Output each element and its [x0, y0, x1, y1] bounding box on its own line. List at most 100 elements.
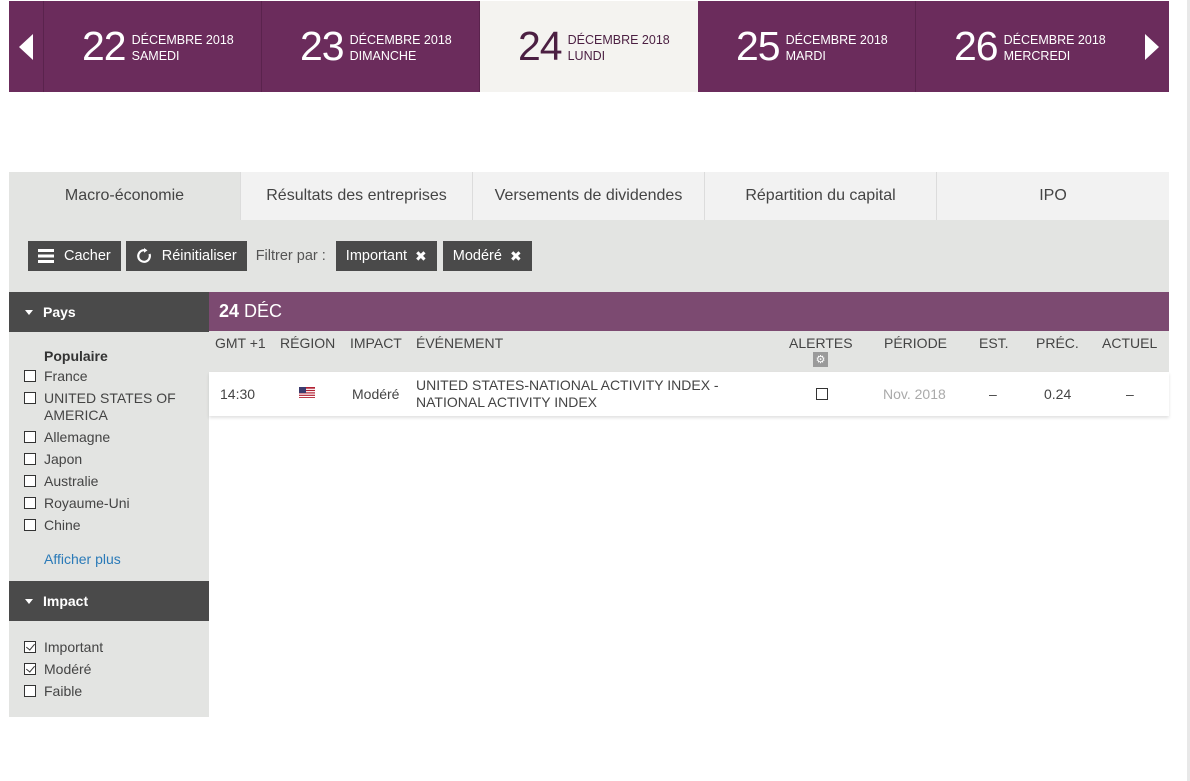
reset-label: Réinitialiser — [161, 248, 237, 264]
column-header-region: RÉGION — [280, 335, 336, 351]
day-month: DÉCEMBRE 2018 — [567, 32, 670, 47]
column-header-prev: PRÉC. — [1036, 335, 1079, 351]
row-est: – — [989, 386, 997, 402]
checkbox[interactable] — [24, 453, 36, 465]
checkbox[interactable] — [24, 392, 36, 404]
gear-icon[interactable]: ⚙ — [813, 352, 828, 367]
us-flag-icon — [299, 387, 315, 398]
impact-checkbox-important[interactable]: Important — [24, 639, 209, 656]
row-impact: Modéré — [352, 386, 400, 402]
row-alert-checkbox[interactable] — [816, 388, 828, 400]
tab-ipo[interactable]: IPO — [937, 172, 1169, 220]
checkbox-label: Modéré — [44, 661, 92, 677]
checkbox-label: Chine — [44, 517, 81, 533]
day-month: DÉCEMBRE 2018 — [785, 32, 888, 47]
checkbox-label: Allemagne — [44, 429, 111, 445]
day-weekday: MERCREDI — [1003, 48, 1071, 63]
checkbox[interactable] — [24, 685, 36, 697]
country-checkbox-allemagne[interactable]: Allemagne — [24, 429, 209, 446]
checkbox[interactable] — [24, 497, 36, 509]
impact-section-header[interactable]: Impact — [9, 581, 209, 621]
checkbox[interactable] — [24, 519, 36, 531]
day-number: 24 — [518, 23, 563, 69]
tab-repartition-capital[interactable]: Répartition du capital — [705, 172, 937, 220]
show-more-link[interactable]: Afficher plus — [44, 551, 121, 567]
day-month: DÉCEMBRE 2018 — [131, 32, 234, 47]
country-title: Pays — [43, 304, 76, 320]
date-tab-23[interactable]: 23 DÉCEMBRE 2018 DIMANCHE — [262, 1, 480, 92]
day-weekday: LUNDI — [567, 48, 606, 63]
row-event[interactable]: UNITED STATES-NATIONAL ACTIVITY INDEX - … — [416, 377, 746, 411]
day-weekday: MARDI — [785, 48, 826, 63]
checkbox[interactable] — [24, 475, 36, 487]
country-checkbox-australie[interactable]: Australie — [24, 473, 209, 490]
tab-macro-economie[interactable]: Macro-économie — [9, 172, 241, 220]
filter-by-label: Filtrer par : — [255, 248, 326, 264]
date-tab-25[interactable]: 25 DÉCEMBRE 2018 MARDI — [698, 1, 916, 92]
impact-filter-list: Important Modéré Faible — [9, 621, 209, 717]
filter-chip-modere[interactable]: Modéré ✖ — [442, 241, 532, 271]
country-section-header[interactable]: Pays — [9, 292, 209, 332]
day-month: DÉCEMBRE 2018 — [1003, 32, 1106, 47]
impact-checkbox-faible[interactable]: Faible — [24, 683, 209, 700]
day-number: 23 — [300, 23, 345, 69]
tab-resultats-entreprises[interactable]: Résultats des entreprises — [241, 172, 473, 220]
date-header-month: DÉC — [244, 301, 283, 321]
date-tab-24-active[interactable]: 24 DÉCEMBRE 2018 LUNDI — [480, 1, 698, 92]
events-table: 24 DÉC GMT +1 RÉGION IMPACT ÉVÉNEMENT AL… — [209, 292, 1169, 416]
table-date-header: 24 DÉC — [209, 292, 1169, 331]
country-checkbox-usa[interactable]: UNITED STATES OF AMERICA — [24, 390, 209, 424]
impact-checkbox-modere[interactable]: Modéré — [24, 661, 209, 678]
hide-button[interactable]: Cacher — [28, 241, 121, 271]
country-checkbox-royaume-uni[interactable]: Royaume-Uni — [24, 495, 209, 512]
column-header-event: ÉVÉNEMENT — [416, 335, 504, 351]
popular-heading: Populaire — [44, 348, 108, 364]
column-header-time: GMT +1 — [215, 335, 266, 351]
next-dates-button[interactable] — [1134, 1, 1169, 92]
impact-title: Impact — [43, 593, 89, 609]
checkbox[interactable] — [24, 370, 36, 382]
date-navigation-bar: 22 DÉCEMBRE 2018 SAMEDI 23 DÉCEMBRE 2018… — [9, 1, 1169, 92]
checkbox-label: Important — [44, 639, 104, 655]
table-column-headers: GMT +1 RÉGION IMPACT ÉVÉNEMENT ALERTES ⚙… — [209, 331, 1169, 372]
column-header-est: EST. — [979, 335, 1009, 351]
table-row[interactable]: 14:30 Modéré UNITED STATES-NATIONAL ACTI… — [209, 372, 1169, 416]
country-checkbox-france[interactable]: France — [24, 368, 209, 385]
previous-dates-button[interactable] — [9, 1, 44, 92]
remove-filter-icon[interactable]: ✖ — [510, 248, 522, 265]
filter-bar: Cacher Réinitialiser Filtrer par : Impor… — [9, 220, 1169, 292]
date-tab-26[interactable]: 26 DÉCEMBRE 2018 MERCREDI — [916, 1, 1134, 92]
date-header-day: 24 — [219, 301, 240, 321]
day-number: 25 — [736, 23, 781, 69]
row-period: Nov. 2018 — [883, 386, 946, 402]
column-header-impact: IMPACT — [350, 335, 402, 351]
tab-versements-dividendes[interactable]: Versements de dividendes — [473, 172, 705, 220]
checkbox-label: France — [44, 368, 88, 384]
country-checkbox-chine[interactable]: Chine — [24, 517, 209, 534]
reset-button[interactable]: Réinitialiser — [125, 241, 247, 271]
filter-chip-important[interactable]: Important ✖ — [335, 241, 437, 271]
checkbox-label: Faible — [44, 683, 83, 699]
column-header-alerts: ALERTES — [789, 335, 853, 351]
remove-filter-icon[interactable]: ✖ — [415, 248, 427, 265]
checkbox-label: UNITED STATES OF AMERICA — [44, 390, 176, 423]
row-actual: – — [1126, 386, 1134, 402]
day-weekday: SAMEDI — [131, 48, 180, 63]
hamburger-icon — [38, 248, 54, 264]
day-number: 26 — [954, 23, 999, 69]
chip-label: Modéré — [452, 248, 502, 264]
day-number: 22 — [82, 23, 127, 69]
checkbox[interactable] — [24, 663, 36, 675]
caret-down-icon — [25, 598, 33, 604]
checkbox[interactable] — [24, 431, 36, 443]
date-tab-22[interactable]: 22 DÉCEMBRE 2018 SAMEDI — [44, 1, 262, 92]
checkbox-label: Australie — [44, 473, 99, 489]
chip-label: Important — [345, 248, 408, 264]
country-checkbox-japon[interactable]: Japon — [24, 451, 209, 468]
caret-down-icon — [25, 309, 33, 315]
checkbox-label: Royaume-Uni — [44, 495, 130, 511]
hide-label: Cacher — [64, 248, 111, 264]
checkbox[interactable] — [24, 641, 36, 653]
column-header-actual: ACTUEL — [1102, 335, 1158, 351]
column-header-period: PÉRIODE — [884, 335, 948, 351]
